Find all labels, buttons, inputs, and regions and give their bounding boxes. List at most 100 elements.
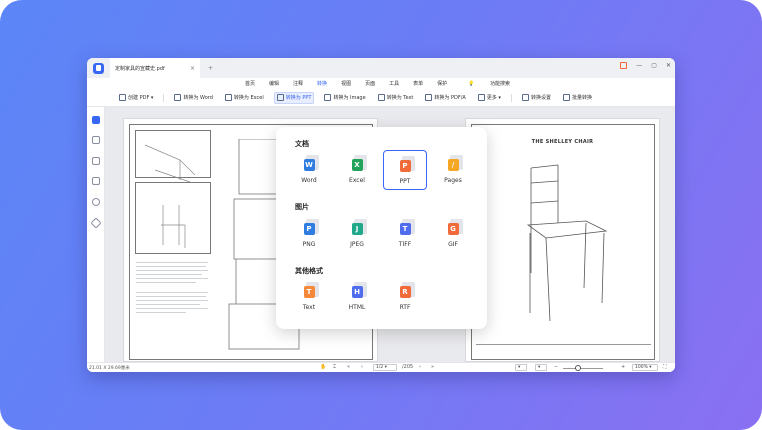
bookmark-icon[interactable]	[92, 136, 100, 144]
zoom-in-icon[interactable]: +	[621, 364, 625, 370]
chair-illustration	[526, 164, 608, 322]
menu-view[interactable]: 视图	[341, 80, 351, 87]
to-text-button[interactable]: 转换为 Text	[376, 92, 416, 104]
comment-icon[interactable]	[92, 157, 100, 165]
next-page-icon[interactable]: ›	[419, 364, 421, 370]
format-word[interactable]: W Word	[287, 150, 331, 190]
zoom-slider-handle[interactable]	[575, 365, 581, 371]
minimize-icon[interactable]: —	[636, 62, 642, 69]
more-button[interactable]: 更多 ▾	[476, 92, 503, 104]
chair-sketch	[144, 144, 196, 248]
format-jpeg[interactable]: J JPEG	[335, 214, 379, 254]
menu-comment[interactable]: 注释	[293, 80, 303, 87]
prev-page-icon[interactable]: ‹	[361, 364, 363, 370]
format-label: HTML	[348, 304, 366, 311]
page-number-input[interactable]: 1/2 ▾	[373, 364, 397, 371]
format-label: PPT	[399, 178, 411, 185]
first-page-icon[interactable]: «	[347, 364, 350, 370]
png-icon: P	[303, 223, 315, 235]
zoom-dropdown[interactable]: 100% ▾	[632, 364, 658, 371]
zoom-out-icon[interactable]: −	[554, 364, 558, 370]
page-layout-dropdown[interactable]: ▾	[515, 364, 527, 371]
app-logo-icon	[93, 62, 104, 74]
batch-icon	[562, 94, 570, 101]
format-label: PNG	[302, 241, 316, 248]
feature-search[interactable]: 💡 功能搜索	[461, 80, 517, 87]
current-page: 1/2	[376, 365, 384, 370]
menu-form[interactable]: 表单	[413, 80, 423, 87]
create-pdf-button[interactable]: 创建 PDF ▾	[117, 92, 155, 104]
menu-protect[interactable]: 保护	[437, 80, 447, 87]
menu-tools[interactable]: 工具	[389, 80, 399, 87]
toolbar-divider	[163, 93, 165, 102]
to-image-button[interactable]: 转换为 Image	[322, 92, 367, 104]
to-word-button[interactable]: 转换为 Word	[172, 92, 214, 104]
search-icon[interactable]	[92, 198, 100, 206]
menu-home[interactable]: 首页	[245, 80, 255, 87]
hand-tool-icon[interactable]: ✋	[320, 364, 326, 370]
notification-icon[interactable]	[620, 62, 628, 69]
format-tiff[interactable]: T TIFF	[383, 214, 427, 254]
format-label: Text	[302, 304, 316, 311]
text-line	[136, 292, 208, 293]
attachment-icon[interactable]	[92, 177, 100, 185]
chevron-down-icon: ▾	[149, 94, 154, 101]
fullscreen-icon[interactable]: ⛶	[663, 364, 667, 370]
menu-edit[interactable]: 编辑	[269, 80, 279, 87]
text-line	[136, 282, 196, 283]
format-text[interactable]: T Text	[287, 277, 331, 317]
zoom-level: 100%	[635, 365, 648, 370]
new-tab-icon[interactable]: +	[208, 65, 213, 72]
jpeg-icon: J	[351, 223, 363, 235]
format-label: TIFF	[398, 241, 412, 248]
format-html[interactable]: H HTML	[335, 277, 379, 317]
text-line	[136, 296, 206, 297]
format-rtf[interactable]: R RTF	[383, 277, 427, 317]
document-tab[interactable]: 定制家具的宣藏史.pdf ×	[110, 58, 200, 78]
last-page-icon[interactable]: »	[431, 364, 434, 370]
format-label: Pages	[444, 177, 462, 184]
page-fit-dropdown[interactable]: ▾	[535, 364, 547, 371]
section-document-title: 文档	[295, 140, 309, 148]
text-line	[136, 300, 208, 301]
to-ppt-label: 转换为 PPT	[285, 95, 312, 101]
to-pdfa-label: 转换为 PDF/A	[434, 95, 466, 101]
gif-icon: G	[447, 223, 459, 235]
feature-search-label: 功能搜索	[489, 81, 510, 87]
tab-close-icon[interactable]: ×	[190, 65, 195, 72]
text-line	[136, 278, 208, 279]
pdfa-icon	[425, 94, 433, 101]
format-gif[interactable]: G GIF	[431, 214, 475, 254]
to-ppt-button[interactable]: 转换为 PPT	[273, 91, 315, 104]
menu-convert[interactable]: 转换	[317, 80, 328, 90]
to-pdfa-button[interactable]: 转换为 PDF/A	[423, 92, 467, 104]
convert-format-popup: 文档 图片 其他格式 W Word X Excel P PPT ∕ Pages …	[276, 127, 487, 329]
text-line	[136, 308, 208, 309]
status-bar: 21.01 X 29.69厘米 ✋ ⌶ « ‹ 1/2 ▾ /205 › » ▾…	[87, 362, 675, 372]
settings-icon	[521, 94, 529, 101]
title-bar: 定制家具的宣藏史.pdf × + — ▢ ✕	[87, 58, 675, 78]
format-png[interactable]: P PNG	[287, 214, 331, 254]
close-window-icon[interactable]: ✕	[666, 62, 671, 69]
layers-icon[interactable]	[90, 217, 102, 229]
batch-convert-button[interactable]: 批量转换	[561, 92, 594, 104]
select-tool-icon[interactable]: ⌶	[333, 364, 336, 370]
document-tab-title: 定制家具的宣藏史.pdf	[115, 65, 165, 72]
maximize-icon[interactable]: ▢	[651, 62, 657, 69]
thumbnails-icon[interactable]	[92, 116, 100, 124]
page-size-label: 21.01 X 29.69厘米	[89, 366, 130, 371]
zoom-slider[interactable]	[563, 368, 603, 369]
format-ppt[interactable]: P PPT	[383, 150, 427, 190]
text-line	[136, 266, 206, 267]
more-label: 更多	[486, 95, 497, 101]
text-line	[136, 262, 208, 263]
title-block-line	[476, 344, 651, 345]
convert-settings-button[interactable]: 转换设置	[520, 92, 553, 104]
section-image-title: 图片	[295, 203, 309, 211]
pages-icon: ∕	[447, 159, 459, 171]
format-excel[interactable]: X Excel	[335, 150, 379, 190]
to-excel-button[interactable]: 转换为 Excel	[223, 92, 266, 104]
format-pages[interactable]: ∕ Pages	[431, 150, 475, 190]
menu-page[interactable]: 页面	[365, 80, 375, 87]
chevron-down-icon: ▾	[496, 94, 501, 101]
